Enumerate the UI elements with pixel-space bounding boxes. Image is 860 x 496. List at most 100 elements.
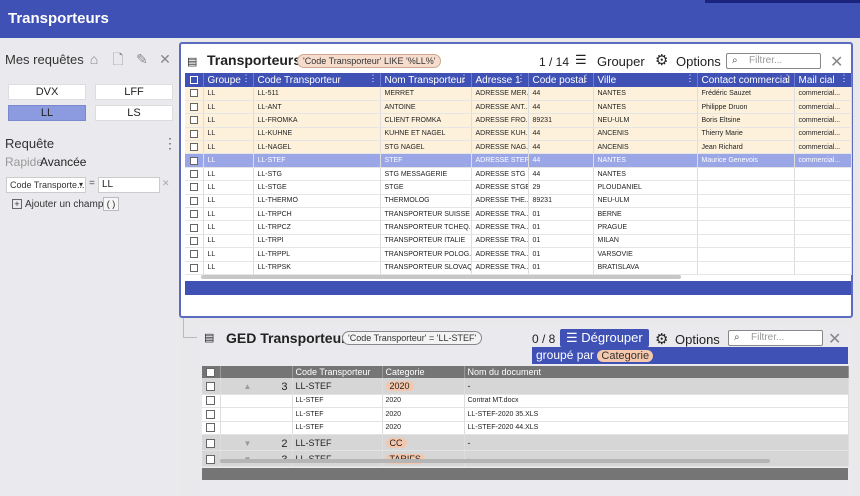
column-menu-icon[interactable]: ⋮ (783, 73, 792, 84)
row-checkbox-cell[interactable] (185, 194, 204, 209)
ged-filter-input[interactable]: ⌕ Filtrer... (728, 330, 823, 346)
doc-checkbox[interactable] (206, 409, 216, 419)
group-button[interactable]: Grouper (597, 54, 645, 69)
group-chip[interactable]: Categorie (597, 350, 654, 362)
filter-tag[interactable]: 'Code Transporteur' LIKE '%LL%' (297, 54, 442, 68)
ungroup-button[interactable]: ☰ Dégrouper (560, 329, 649, 347)
group-toggle-cell[interactable]: ▲ 3 (220, 378, 293, 395)
collapse-arrow-icon[interactable]: ▲ (244, 382, 252, 391)
ged-horizontal-scrollbar[interactable] (220, 459, 770, 463)
column-header[interactable]: Nom Transporteur ⋮ (380, 73, 472, 87)
column-menu-icon[interactable]: ⋮ (840, 73, 849, 84)
edit-icon[interactable]: ✎ (134, 51, 150, 67)
row-checkbox-cell[interactable] (185, 167, 204, 182)
home-icon[interactable]: ⌂ (86, 51, 102, 67)
table-row[interactable]: LL LL-TRPSK TRANSPORTEUR SLOVAQ... ADRESSE … (185, 261, 852, 275)
doc-checkbox-cell[interactable] (202, 407, 221, 422)
table-row[interactable]: LL LL-511 MERRET ADRESSE MER... 44 NANTES Fréd… (185, 87, 852, 101)
row-checkbox[interactable] (189, 170, 198, 179)
table-row[interactable]: LL LL-TRPCH TRANSPORTEUR SUISSE ADRESSE TRA… (185, 207, 852, 222)
group-icon[interactable]: ☰ (575, 52, 587, 68)
column-menu-icon[interactable]: ⋮ (582, 73, 591, 84)
row-checkbox[interactable] (189, 263, 198, 272)
row-checkbox-cell[interactable] (185, 127, 204, 142)
close-ged-icon[interactable]: ✕ (828, 329, 841, 349)
row-checkbox[interactable] (189, 143, 198, 152)
group-checkbox-cell[interactable] (202, 378, 221, 395)
column-menu-icon[interactable]: ⋮ (460, 73, 469, 84)
parens-button[interactable]: ( ) (103, 197, 119, 211)
mode-avancee-tab[interactable]: Avancée (40, 155, 86, 169)
group-checkbox[interactable] (206, 438, 216, 448)
row-checkbox-cell[interactable] (185, 220, 204, 235)
row-checkbox-cell[interactable] (185, 207, 204, 222)
row-checkbox-cell[interactable] (185, 247, 204, 262)
gear-icon[interactable]: ⚙ (655, 330, 668, 348)
column-header[interactable]: Groupe ⋮ (203, 73, 254, 87)
column-menu-icon[interactable]: ⋮ (517, 73, 526, 84)
ged-select-all-cell[interactable] (202, 366, 221, 378)
column-menu-icon[interactable]: ⋮ (369, 73, 378, 84)
document-row[interactable]: LL-STEF 2020 LL-STEF-2020 44.XLS (202, 421, 849, 435)
table-row[interactable]: LL LL-KUHNE KUHNE ET NAGEL ADRESSE KUH... 44… (185, 127, 852, 142)
column-header[interactable]: Code postal ⋮ (528, 73, 594, 87)
table-row[interactable]: LL LL-TRPCZ TRANSPORTEUR TCHEQ... ADRESSE T… (185, 220, 852, 235)
field-select[interactable]: Code Transporte... ▾ (6, 177, 86, 193)
row-checkbox[interactable] (189, 129, 198, 138)
gear-icon[interactable]: ⚙ (655, 51, 668, 69)
ged-column-header[interactable]: Nom du document (464, 366, 849, 378)
row-checkbox[interactable] (189, 89, 198, 98)
row-checkbox-cell[interactable] (185, 113, 204, 128)
table-row[interactable]: LL LL-STGE STGE ADRESSE STGE 29 PLOUDANIEL (185, 180, 852, 195)
table-row[interactable]: LL LL-STG STG MESSAGERIE ADRESSE STG 44 NANTE… (185, 167, 852, 182)
column-header[interactable]: Contact commercial ⋮ (697, 73, 795, 87)
row-checkbox[interactable] (189, 196, 198, 205)
expand-arrow-icon[interactable]: ▼ (244, 439, 252, 448)
table-row[interactable]: LL LL-TRPPL TRANSPORTEUR POLOG... ADRESSE T… (185, 247, 852, 262)
ged-select-all-checkbox[interactable] (206, 368, 216, 378)
select-all-checkbox[interactable] (189, 75, 198, 84)
group-checkbox[interactable] (206, 454, 216, 464)
query-button-lff[interactable]: LFF (95, 84, 173, 100)
group-row[interactable]: ▲ 3 LL-STEF 2020- (202, 378, 849, 395)
close-panel-icon[interactable]: ✕ (830, 52, 843, 72)
column-header[interactable]: Ville ⋮ (593, 73, 698, 87)
table-row[interactable]: LL LL-FROMKA CLIENT FROMKA ADRESSE FRO... 89… (185, 113, 852, 128)
row-checkbox[interactable] (189, 236, 198, 245)
ged-column-header[interactable]: Code Transporteur (292, 366, 383, 378)
row-checkbox-cell[interactable] (185, 140, 204, 155)
close-icon[interactable]: ✕ (157, 51, 173, 67)
group-checkbox-cell[interactable] (202, 434, 221, 451)
row-checkbox[interactable] (189, 103, 198, 112)
group-checkbox[interactable] (206, 381, 216, 391)
group-toggle-cell[interactable]: ▼ 2 (220, 434, 293, 451)
group-row[interactable]: ▼ 2 LL-STEF CC - (202, 434, 849, 451)
column-header[interactable]: Code Transporteur ⋮ (253, 73, 381, 87)
add-field-button[interactable]: + Ajouter un champ (12, 199, 103, 210)
column-header[interactable]: Adresse 1 ⋮ (471, 73, 529, 87)
table-row[interactable]: LL LL-TRPI TRANSPORTEUR ITALIE ADRESSE TRA.… (185, 234, 852, 249)
row-checkbox[interactable] (189, 210, 198, 219)
row-checkbox[interactable] (189, 183, 198, 192)
options-button[interactable]: Options (676, 54, 721, 69)
table-row[interactable]: LL LL-STEF STEF ADRESSE STEF 44 NANTES Maurice… (185, 153, 852, 168)
row-checkbox[interactable] (189, 250, 198, 259)
value-input[interactable]: LL (98, 177, 160, 193)
row-checkbox-cell[interactable] (185, 87, 204, 101)
doc-checkbox[interactable] (206, 396, 216, 406)
filter-input[interactable]: ⌕ Filtrer... (726, 53, 821, 69)
ged-filter-tag[interactable]: 'Code Transporteur' = 'LL-STEF' (342, 331, 483, 345)
doc-checkbox[interactable] (206, 423, 216, 433)
row-checkbox-cell[interactable] (185, 261, 204, 275)
row-checkbox[interactable] (189, 223, 198, 232)
mode-rapide-tab[interactable]: Rapide (5, 155, 43, 169)
doc-checkbox-cell[interactable] (202, 394, 221, 408)
row-checkbox[interactable] (189, 116, 198, 125)
table-row[interactable]: LL LL-THERMO THERMOLOG ADRESSE THE... 89231 N… (185, 194, 852, 209)
document-row[interactable]: LL-STEF 2020 LL-STEF-2020 35.XLS (202, 407, 849, 422)
query-button-dvx[interactable]: DVX (8, 84, 86, 100)
group-checkbox-cell[interactable] (202, 450, 221, 467)
file-icon[interactable]: 🗋 (110, 51, 126, 67)
row-checkbox-cell[interactable] (185, 100, 204, 115)
ged-options-button[interactable]: Options (675, 332, 720, 347)
